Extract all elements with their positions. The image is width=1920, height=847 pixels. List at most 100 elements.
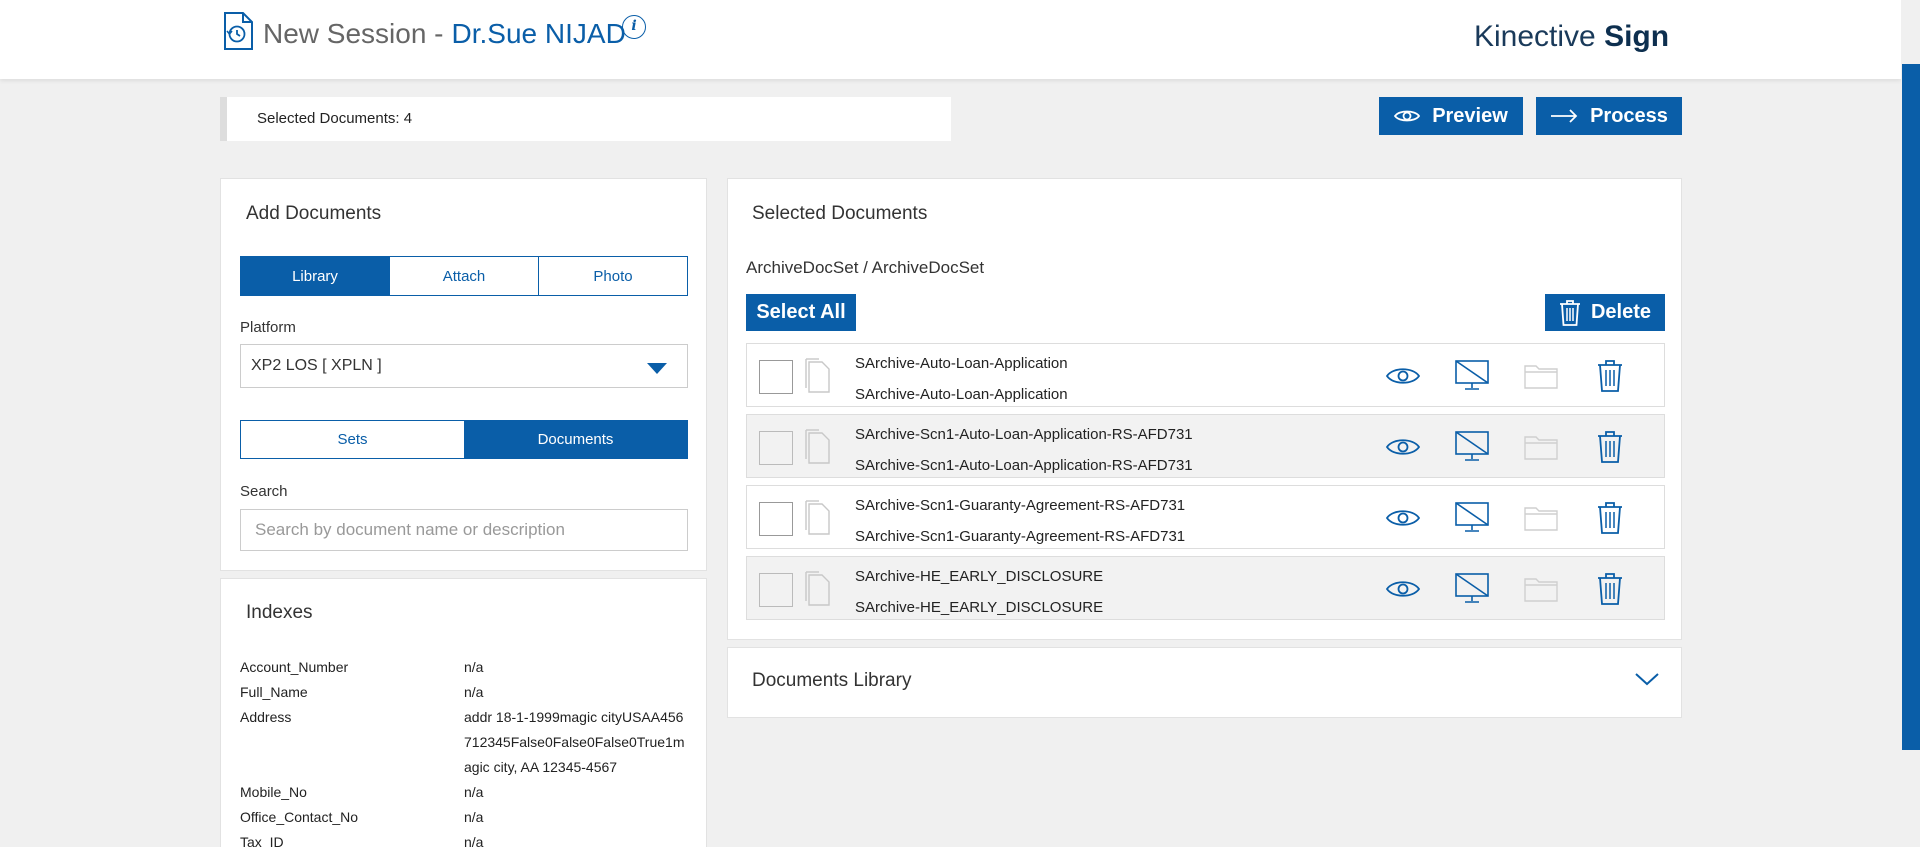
view-tabs: Sets Documents xyxy=(240,420,688,459)
display-off-button[interactable] xyxy=(1452,356,1492,396)
display-off-button[interactable] xyxy=(1452,427,1492,467)
page-title-prefix: New Session - xyxy=(263,18,444,49)
folder-button[interactable] xyxy=(1521,498,1561,538)
document-name: SArchive-HE_EARLY_DISCLOSURE xyxy=(855,568,1104,585)
document-description: SArchive-HE_EARLY_DISCLOSURE xyxy=(855,599,1104,616)
brand-left: Kinective xyxy=(1474,20,1596,53)
breadcrumb: ArchiveDocSet / ArchiveDocSet xyxy=(746,258,985,277)
monitor-off-icon xyxy=(1455,360,1489,390)
index-key: Account_Number xyxy=(240,659,349,675)
folder-icon xyxy=(1524,507,1558,531)
arrow-right-icon xyxy=(1551,109,1578,123)
preview-button[interactable]: Preview xyxy=(1379,97,1523,135)
folder-icon xyxy=(1524,365,1558,389)
display-off-button[interactable] xyxy=(1452,498,1492,538)
delete-button[interactable]: Delete xyxy=(1545,294,1665,331)
documents-library-title: Documents Library xyxy=(752,670,912,691)
trash-icon xyxy=(1598,360,1622,392)
platform-select[interactable]: XP2 LOS [ XPLN ] xyxy=(240,344,688,388)
index-value: n/a xyxy=(464,684,484,700)
trash-icon xyxy=(1598,502,1622,534)
index-key: Address xyxy=(240,709,292,725)
folder-button[interactable] xyxy=(1521,427,1561,467)
document-row: SArchive-HE_EARLY_DISCLOSURE SArchive-HE… xyxy=(746,556,1665,620)
page-title: New Session - Dr.Sue NIJAD xyxy=(263,18,626,50)
add-documents-panel: Add Documents Library Attach Photo Platf… xyxy=(220,178,707,571)
eye-icon xyxy=(1386,581,1420,597)
document-file-icon xyxy=(805,429,830,464)
remove-document-button[interactable] xyxy=(1590,498,1630,538)
preview-document-button[interactable] xyxy=(1383,427,1423,467)
add-documents-title: Add Documents xyxy=(246,203,382,224)
brand-right: Sign xyxy=(1604,20,1670,53)
info-icon[interactable]: i xyxy=(622,15,646,39)
search-input[interactable] xyxy=(240,509,688,551)
document-row: SArchive-Scn1-Guaranty-Agreement-RS-AFD7… xyxy=(746,485,1665,549)
document-description: SArchive-Auto-Loan-Application xyxy=(855,386,1068,403)
index-value: n/a xyxy=(464,834,484,847)
monitor-off-icon xyxy=(1455,431,1489,461)
platform-label: Platform xyxy=(240,319,296,336)
source-tabs: Library Attach Photo xyxy=(240,256,688,296)
platform-value: XP2 LOS [ XPLN ] xyxy=(251,357,382,374)
document-description: SArchive-Scn1-Guaranty-Agreement-RS-AFD7… xyxy=(855,528,1186,545)
remove-document-button[interactable] xyxy=(1590,427,1630,467)
document-description: SArchive-Scn1-Auto-Loan-Application-RS-A… xyxy=(855,457,1193,474)
caret-down-icon xyxy=(647,363,667,374)
folder-button[interactable] xyxy=(1521,356,1561,396)
eye-icon xyxy=(1386,510,1420,526)
delete-label: Delete xyxy=(1590,301,1652,323)
folder-icon xyxy=(1524,436,1558,460)
scrollbar-thumb[interactable] xyxy=(1902,64,1920,750)
document-file-icon xyxy=(805,358,830,393)
tab-attach[interactable]: Attach xyxy=(389,257,538,295)
index-value: n/a xyxy=(464,659,484,675)
document-checkbox[interactable] xyxy=(759,360,793,394)
index-key: Mobile_No xyxy=(240,784,307,800)
process-button[interactable]: Process xyxy=(1536,97,1682,135)
folder-button[interactable] xyxy=(1521,569,1561,609)
display-off-button[interactable] xyxy=(1452,569,1492,609)
process-label: Process xyxy=(1590,104,1668,127)
document-checkbox[interactable] xyxy=(759,502,793,536)
preview-document-button[interactable] xyxy=(1383,569,1423,609)
tab-library[interactable]: Library xyxy=(241,257,389,295)
document-name: SArchive-Auto-Loan-Application xyxy=(855,355,1068,372)
index-value: addr 18-1-1999magic cityUSAA456712345Fal… xyxy=(464,709,685,775)
trash-icon xyxy=(1559,299,1580,326)
document-row: SArchive-Scn1-Auto-Loan-Application-RS-A… xyxy=(746,414,1665,478)
eye-icon xyxy=(1386,439,1420,455)
tab-documents[interactable]: Documents xyxy=(464,421,687,458)
indexes-panel: Indexes Account_Number n/a Full_Name n/a… xyxy=(220,578,707,847)
documents-library-panel[interactable]: Documents Library xyxy=(727,647,1682,718)
preview-document-button[interactable] xyxy=(1383,356,1423,396)
monitor-off-icon xyxy=(1455,502,1489,532)
selected-documents-panel: Selected Documents ArchiveDocSet / Archi… xyxy=(727,178,1682,640)
select-all-button[interactable]: Select All xyxy=(746,294,856,331)
folder-icon xyxy=(1524,578,1558,602)
vertical-scrollbar[interactable] xyxy=(1901,0,1920,847)
top-header: New Session - Dr.Sue NIJAD i Kinective Si… xyxy=(0,0,1901,79)
index-key: Full_Name xyxy=(240,684,308,700)
selected-count-text: Selected Documents: 4 xyxy=(257,110,413,127)
document-checkbox[interactable] xyxy=(759,431,793,465)
chevron-down-icon[interactable] xyxy=(1635,672,1659,686)
indexes-title: Indexes xyxy=(246,602,313,623)
document-file-icon xyxy=(805,500,830,535)
tab-photo[interactable]: Photo xyxy=(538,257,687,295)
remove-document-button[interactable] xyxy=(1590,569,1630,609)
document-name: SArchive-Scn1-Auto-Loan-Application-RS-A… xyxy=(855,426,1193,443)
tab-sets[interactable]: Sets xyxy=(241,421,464,458)
selected-documents-title: Selected Documents xyxy=(752,203,928,224)
trash-icon xyxy=(1598,573,1622,605)
selected-count-bar: Selected Documents: 4 xyxy=(220,97,951,141)
session-history-icon xyxy=(224,12,253,50)
preview-document-button[interactable] xyxy=(1383,498,1423,538)
index-key: Office_Contact_No xyxy=(240,809,359,825)
preview-label: Preview xyxy=(1432,104,1508,127)
document-checkbox[interactable] xyxy=(759,573,793,607)
index-key: Tax_ID xyxy=(240,834,284,847)
document-row: SArchive-Auto-Loan-Application SArchive-… xyxy=(746,343,1665,407)
remove-document-button[interactable] xyxy=(1590,356,1630,396)
brand-logo: Kinective Sign xyxy=(1474,20,1669,54)
